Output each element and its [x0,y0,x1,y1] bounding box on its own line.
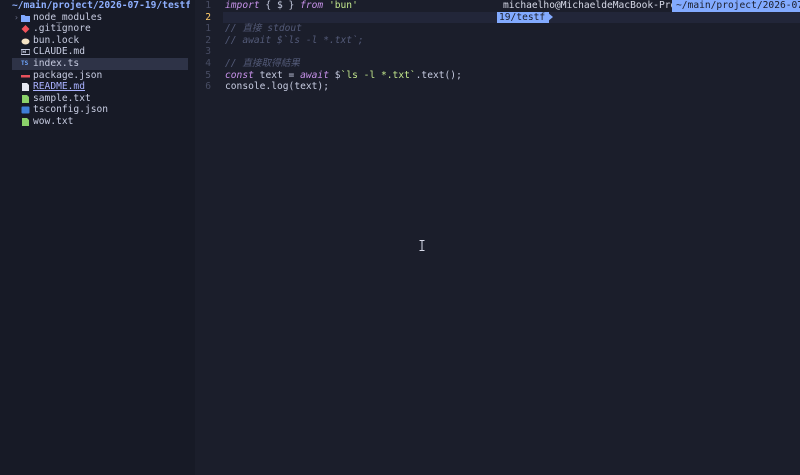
tree-item-label: tsconfig.json [33,104,109,116]
keyword: await [300,69,329,81]
tree-item-node-modules[interactable]: › node_modules [12,12,188,24]
code-token: .log(text); [265,81,329,93]
tree-item-label: bun.lock [33,34,80,46]
prompt-path-segment-wrapped: 19/testf [497,11,550,24]
tree-item-label: index.ts [33,58,80,69]
tree-item-label: wow.txt [33,116,74,127]
shell-prompt: michaelho@MichaeldeMacBook-Pro ~/main/pr… [497,0,800,24]
chevron-right-icon[interactable]: › [14,12,20,24]
prompt-path-segment: ~/main/project/2026-07- [672,0,800,12]
code-token: .text(); [415,69,462,81]
tree-item-label: README.md [33,81,85,93]
bun-icon [21,38,30,45]
tree-item-claude-md[interactable]: CLAUDE.md [12,46,188,58]
tsconfig-icon [21,106,30,114]
tree-item-label: package.json [33,69,103,81]
powerline-arrow-icon [547,11,553,22]
code-line-console[interactable]: console.log(text); [225,81,329,93]
keyword: import [225,0,260,11]
current-line-number: 2 [205,11,211,23]
code-line-comment[interactable]: // 直接 stdout [225,23,302,35]
tree-item-package-json[interactable]: package.json [12,70,188,82]
prompt-user-host: michaelho@MichaeldeMacBook-Pro [503,0,677,11]
readme-icon [22,83,29,92]
code-line-comment[interactable]: // 直接取得結果 [225,58,300,70]
file-explorer: ~/main/project/2026-07-19/testf/. › node… [0,0,195,475]
keyword: from [300,0,324,11]
line-number: 1 [205,0,211,11]
tree-item-label: .gitignore [33,23,91,35]
string-literal: `ls -l *.txt` [340,69,416,81]
text-cursor-icon [419,240,425,251]
tree-item-wow-txt[interactable]: wow.txt [12,116,188,128]
tree-item-label: CLAUDE.md [33,46,85,58]
markdown-icon [21,49,30,56]
tree-item-sample-txt[interactable]: sample.txt [12,93,188,105]
code-token: $ [329,69,341,81]
tree-item-label: node_modules [33,11,103,23]
code-token: { $ } [259,0,301,11]
tree-item-index-ts[interactable]: TS index.ts [12,58,188,70]
tree-item-readme[interactable]: README.md [12,81,188,93]
code-line-import[interactable]: import { $ } from 'bun' [225,0,358,12]
line-number: 1 [205,23,211,35]
text-file-icon [22,118,29,126]
code-line-comment[interactable]: // await $`ls -l *.txt`; [225,35,364,47]
line-number: 2 [205,34,211,46]
line-number: 3 [205,46,211,58]
typescript-icon: TS [21,60,29,67]
code-token: console [225,81,266,93]
tree-item-gitignore[interactable]: .gitignore [12,23,188,35]
explorer-root-path[interactable]: ~/main/project/2026-07-19/testf/. [12,0,190,12]
tree-item-label: sample.txt [33,92,91,104]
git-icon [21,25,30,34]
code-editor[interactable]: 1 2 1 2 3 4 5 6 import { $ } from 'bun' … [195,0,800,475]
tree-item-tsconfig[interactable]: tsconfig.json [12,104,188,116]
text-file-icon [22,94,29,103]
line-number: 5 [205,69,211,81]
string-literal: 'bun' [323,0,358,11]
npm-icon [21,74,30,78]
line-number: 4 [205,58,211,69]
prompt-path-text: 19/testf [499,11,546,23]
folder-icon [21,14,30,22]
code-token: text = [253,69,301,81]
code-line-const[interactable]: const text = await $`ls -l *.txt`.text()… [225,70,462,82]
keyword: const [225,69,254,81]
tree-item-bun-lock[interactable]: bun.lock [12,35,188,47]
line-number: 6 [205,81,211,93]
